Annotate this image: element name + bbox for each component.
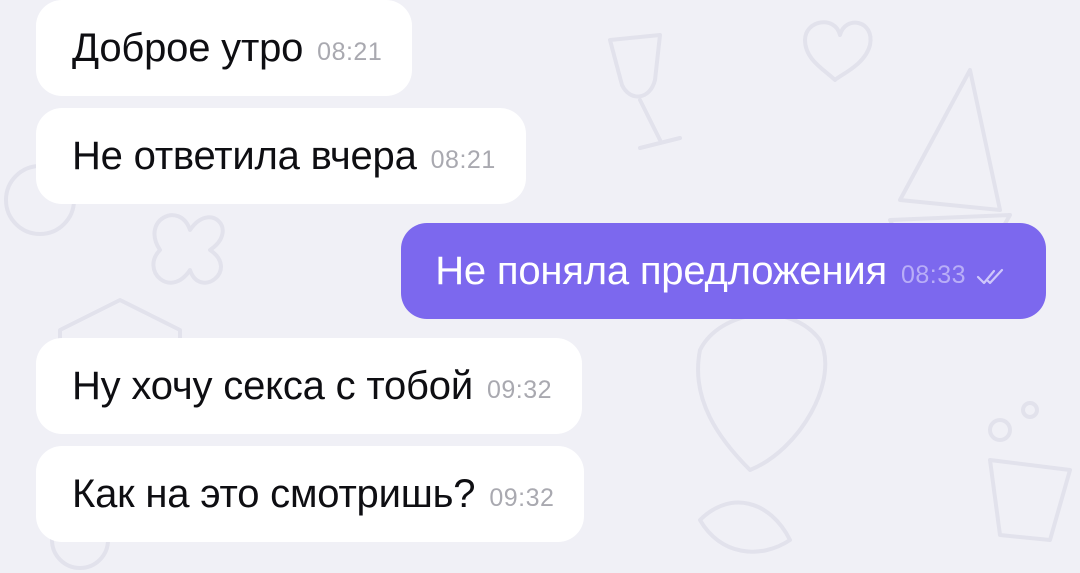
- message-bubble-outgoing[interactable]: Не поняла предложения 08:33: [401, 223, 1046, 319]
- message-bubble-incoming[interactable]: Ну хочу секса с тобой 09:32: [36, 338, 583, 434]
- message-text: Доброе утро: [72, 25, 304, 70]
- message-bubble-incoming[interactable]: Как на это смотришь? 09:32: [36, 446, 585, 542]
- message-text: Не ответила вчера: [72, 133, 417, 178]
- wine-glass-doodle: [608, 33, 682, 150]
- message-text: Как на это смотришь?: [72, 471, 476, 516]
- message-time: 08:33: [900, 260, 966, 289]
- message-bubble-incoming[interactable]: Доброе утро 08:21: [36, 0, 413, 96]
- message-bubble-incoming[interactable]: Не ответила вчера 08:21: [36, 108, 526, 204]
- double-check-icon: [976, 268, 1004, 285]
- leaf-doodle: [698, 500, 792, 554]
- message-text: Не поняла предложения: [435, 248, 887, 293]
- message-text: Ну хочу секса с тобой: [72, 363, 473, 408]
- message-time: 09:32: [489, 483, 555, 512]
- message-time: 08:21: [430, 145, 496, 174]
- flower-doodle: [151, 213, 225, 285]
- bubble-doodle: [988, 418, 1012, 442]
- bubble-doodle: [1021, 401, 1039, 419]
- message-time: 09:32: [486, 375, 553, 404]
- strawberry-doodle: [696, 312, 828, 472]
- heart-doodle: [803, 20, 873, 82]
- glass-doodle: [988, 458, 1072, 542]
- message-time: 08:21: [317, 37, 383, 66]
